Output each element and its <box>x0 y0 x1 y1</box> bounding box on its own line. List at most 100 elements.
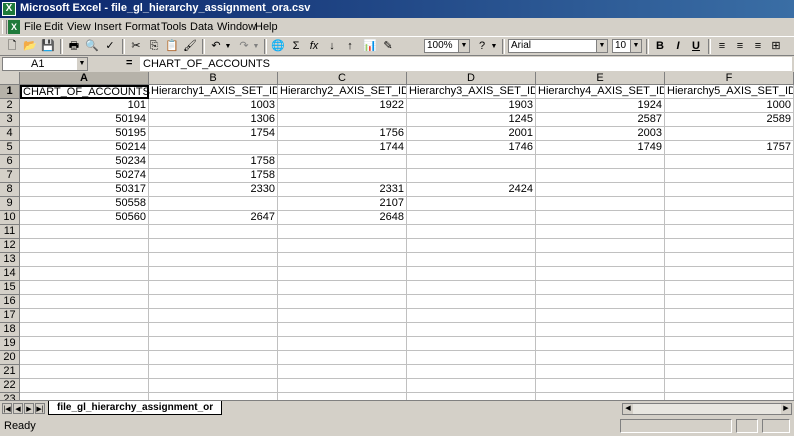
cell-f21[interactable] <box>665 365 794 379</box>
cell-c8[interactable]: 2331 <box>278 183 407 197</box>
name-box[interactable]: A1 ▼ <box>2 57 88 71</box>
help-dropdown-icon[interactable]: ▼ <box>490 39 498 54</box>
cell-b4[interactable]: 1754 <box>149 127 278 141</box>
cell-c13[interactable] <box>278 253 407 267</box>
cell-c3[interactable] <box>278 113 407 127</box>
align-left-icon[interactable]: ≡ <box>714 39 730 54</box>
cell-a14[interactable] <box>20 267 149 281</box>
sheet-tab[interactable]: file_gl_hierarchy_assignment_or <box>48 401 223 415</box>
cell-b20[interactable] <box>149 351 278 365</box>
zoom-select[interactable]: 100% ▼ <box>424 39 470 53</box>
last-sheet-icon[interactable]: ▶| <box>35 403 45 414</box>
worksheet-grid[interactable]: A B C D E F 1 CHART_OF_ACCOUNTS Hierarchy1_AXIS_… <box>0 72 794 400</box>
sort-descending-icon[interactable]: ↑ <box>342 39 358 54</box>
cell-e17[interactable] <box>536 309 665 323</box>
help-icon[interactable]: ? <box>474 39 490 54</box>
row-header-19[interactable]: 19 <box>0 337 20 351</box>
cell-d20[interactable] <box>407 351 536 365</box>
row-header-13[interactable]: 13 <box>0 253 20 267</box>
redo-icon[interactable]: ↷ <box>236 39 252 54</box>
cell-a5[interactable]: 50214 <box>20 141 149 155</box>
cell-d3[interactable]: 1245 <box>407 113 536 127</box>
cell-a21[interactable] <box>20 365 149 379</box>
new-icon[interactable]: 🗋 <box>4 39 20 54</box>
cell-b17[interactable] <box>149 309 278 323</box>
cell-f14[interactable] <box>665 267 794 281</box>
cell-d11[interactable] <box>407 225 536 239</box>
row-header-23[interactable]: 23 <box>0 393 20 400</box>
cell-e9[interactable] <box>536 197 665 211</box>
cell-b22[interactable] <box>149 379 278 393</box>
cell-e5[interactable]: 1749 <box>536 141 665 155</box>
cell-e16[interactable] <box>536 295 665 309</box>
cell-e6[interactable] <box>536 155 665 169</box>
cell-e1[interactable]: Hierarchy4_AXIS_SET_ID <box>536 85 665 99</box>
cell-c15[interactable] <box>278 281 407 295</box>
row-header-2[interactable]: 2 <box>0 99 20 113</box>
merge-center-icon[interactable]: ⊞ <box>768 39 784 54</box>
cell-a11[interactable] <box>20 225 149 239</box>
cell-a19[interactable] <box>20 337 149 351</box>
cell-f3[interactable]: 2589 <box>665 113 794 127</box>
cell-b16[interactable] <box>149 295 278 309</box>
cell-e12[interactable] <box>536 239 665 253</box>
cell-e7[interactable] <box>536 169 665 183</box>
menu-file[interactable]: File <box>24 21 42 33</box>
cell-b15[interactable] <box>149 281 278 295</box>
cell-a16[interactable] <box>20 295 149 309</box>
bold-button[interactable]: B <box>652 39 668 54</box>
cell-c16[interactable] <box>278 295 407 309</box>
cell-b12[interactable] <box>149 239 278 253</box>
cell-c6[interactable] <box>278 155 407 169</box>
cell-e19[interactable] <box>536 337 665 351</box>
cell-c12[interactable] <box>278 239 407 253</box>
cell-d12[interactable] <box>407 239 536 253</box>
cell-f9[interactable] <box>665 197 794 211</box>
cell-d4[interactable]: 2001 <box>407 127 536 141</box>
cell-d17[interactable] <box>407 309 536 323</box>
cell-f16[interactable] <box>665 295 794 309</box>
menu-tools[interactable]: Tools <box>161 21 187 33</box>
column-header-f[interactable]: F <box>665 72 794 85</box>
menu-window[interactable]: Window <box>217 21 256 33</box>
print-preview-icon[interactable]: 🔍 <box>84 39 100 54</box>
redo-dropdown-icon[interactable]: ▼ <box>252 39 260 54</box>
cell-b3[interactable]: 1306 <box>149 113 278 127</box>
undo-dropdown-icon[interactable]: ▼ <box>224 39 232 54</box>
equals-sign[interactable]: = <box>126 57 132 69</box>
cell-b2[interactable]: 1003 <box>149 99 278 113</box>
cell-a15[interactable] <box>20 281 149 295</box>
cell-a17[interactable] <box>20 309 149 323</box>
cell-e13[interactable] <box>536 253 665 267</box>
chevron-down-icon[interactable]: ▼ <box>630 40 641 52</box>
row-header-8[interactable]: 8 <box>0 183 20 197</box>
cell-d6[interactable] <box>407 155 536 169</box>
cell-c22[interactable] <box>278 379 407 393</box>
cell-b23[interactable] <box>149 393 278 400</box>
cell-a20[interactable] <box>20 351 149 365</box>
cell-f15[interactable] <box>665 281 794 295</box>
cell-e21[interactable] <box>536 365 665 379</box>
row-header-4[interactable]: 4 <box>0 127 20 141</box>
cell-b19[interactable] <box>149 337 278 351</box>
column-header-d[interactable]: D <box>407 72 536 85</box>
cell-e11[interactable] <box>536 225 665 239</box>
cell-a23[interactable] <box>20 393 149 400</box>
formula-input[interactable]: CHART_OF_ACCOUNTS <box>140 57 792 71</box>
cell-a8[interactable]: 50317 <box>20 183 149 197</box>
cell-e15[interactable] <box>536 281 665 295</box>
italic-button[interactable]: I <box>670 39 686 54</box>
chart-wizard-icon[interactable]: 📊 <box>362 39 378 54</box>
cell-f5[interactable]: 1757 <box>665 141 794 155</box>
cell-c9[interactable]: 2107 <box>278 197 407 211</box>
row-header-18[interactable]: 18 <box>0 323 20 337</box>
excel-app-icon[interactable]: X <box>2 2 16 16</box>
cell-b7[interactable]: 1758 <box>149 169 278 183</box>
cell-c7[interactable] <box>278 169 407 183</box>
cell-f20[interactable] <box>665 351 794 365</box>
cell-f7[interactable] <box>665 169 794 183</box>
cell-d10[interactable] <box>407 211 536 225</box>
cell-f8[interactable] <box>665 183 794 197</box>
row-header-11[interactable]: 11 <box>0 225 20 239</box>
row-header-3[interactable]: 3 <box>0 113 20 127</box>
